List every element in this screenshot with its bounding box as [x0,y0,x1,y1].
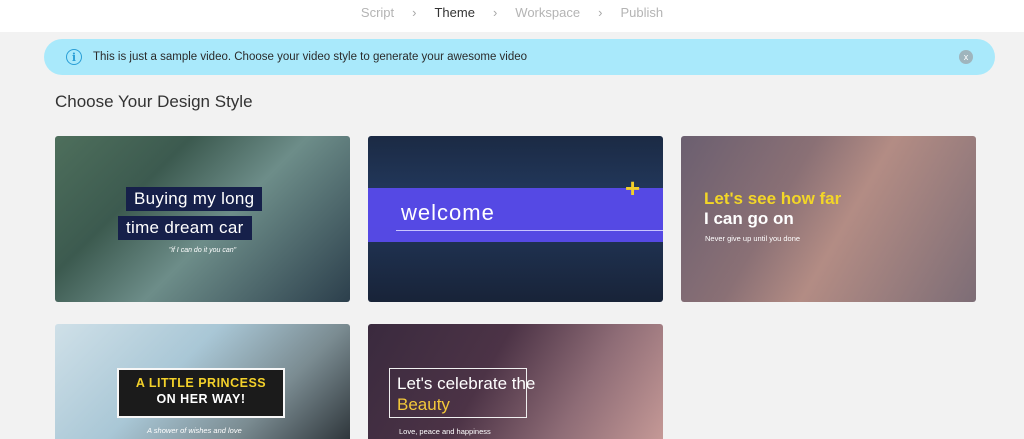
step-publish[interactable]: Publish [616,5,667,20]
card-title-line1: A LITTLE PRINCESS [135,376,267,390]
design-style-card-beauty[interactable]: Let's celebrate the Beauty Love, peace a… [368,324,663,439]
card-divider [396,230,663,231]
step-script[interactable]: Script [357,5,398,20]
step-theme[interactable]: Theme [430,5,478,20]
card-subtitle: Never give up until you done [705,234,801,243]
card-title-line1: Let's see how far [704,189,842,208]
plus-icon: + [625,173,641,203]
step-workspace[interactable]: Workspace [511,5,584,20]
chevron-right-icon: › [598,5,603,20]
card-title-line2: Beauty [397,395,450,414]
close-banner-button[interactable]: x [959,50,973,64]
chevron-right-icon: › [492,5,498,20]
card-title: welcome [401,200,495,225]
top-bar: Script › Theme › Workspace › Publish [0,0,1024,32]
banner-text: This is just a sample video. Choose your… [93,51,528,63]
page-title: Choose Your Design Style [55,92,253,111]
info-banner: i This is just a sample video. Choose yo… [44,39,995,75]
card-title-line1: Let's celebrate the [397,374,536,393]
card-subtitle: "if I can do it you can" [168,247,237,254]
design-style-card-fitness[interactable]: Let's see how far I can go on Never give… [681,136,976,302]
card-title-line2: time dream car [118,216,252,240]
card-title-line2: ON HER WAY! [156,392,246,406]
card-subtitle: Love, peace and happiness [399,427,491,436]
stepper: Script › Theme › Workspace › Publish [0,0,1024,25]
card-title-line2: I can go on [704,209,794,228]
design-style-card-princess[interactable]: A LITTLE PRINCESS ON HER WAY! A shower o… [55,324,350,439]
card-subtitle: A shower of wishes and love [147,426,242,435]
design-style-card-dream-car[interactable]: Buying my long time dream car "if I can … [55,136,350,302]
design-style-card-welcome[interactable]: welcome + [368,136,663,302]
info-icon: i [66,49,82,65]
card-title-line1: Buying my long [126,187,263,211]
chevron-right-icon: › [412,5,417,20]
